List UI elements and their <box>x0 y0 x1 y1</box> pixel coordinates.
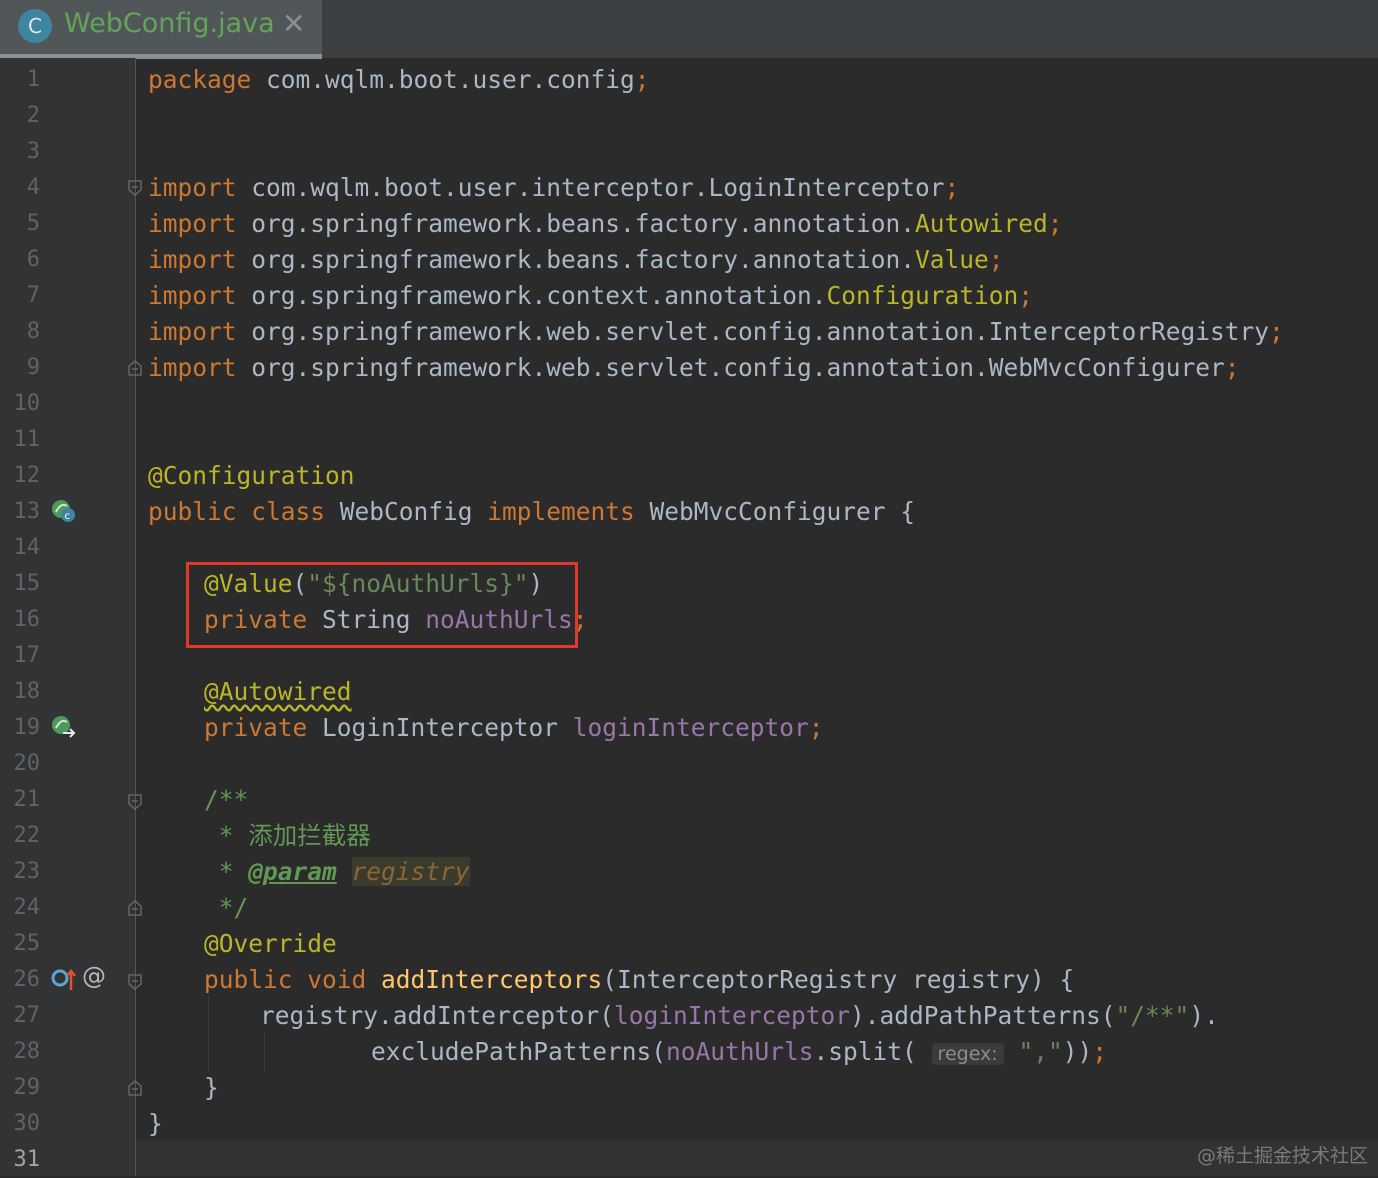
code-line-29[interactable]: } <box>204 1070 219 1106</box>
code-line-18[interactable]: @Autowired <box>204 674 352 710</box>
code-line-27[interactable]: registry.addInterceptor(loginInterceptor… <box>260 998 1219 1034</box>
line-number: 27 <box>13 1003 41 1028</box>
code-line-21[interactable]: /** <box>204 782 248 818</box>
line-number: 28 <box>13 1039 41 1064</box>
line-number: 8 <box>26 319 40 344</box>
code-line-24[interactable]: */ <box>204 890 249 926</box>
code-line-28[interactable]: excludePathPatterns(noAuthUrls.split( re… <box>371 1034 1107 1072</box>
line-number: 22 <box>13 823 41 848</box>
fold-start-icon[interactable] <box>128 180 142 196</box>
code-line-5[interactable]: import org.springframework.beans.factory… <box>148 206 1063 242</box>
line-number: 21 <box>13 787 41 812</box>
code-line-7[interactable]: import org.springframework.context.annot… <box>148 278 1033 314</box>
fold-end-icon[interactable] <box>128 1080 142 1096</box>
indent-guide <box>208 996 209 1072</box>
line-number: 19 <box>13 715 41 740</box>
line-number: 30 <box>13 1111 41 1136</box>
code-line-6[interactable]: import org.springframework.beans.factory… <box>148 242 1004 278</box>
line-number: 5 <box>26 211 40 236</box>
line-number: 11 <box>13 427 41 452</box>
line-number: 14 <box>13 535 41 560</box>
code-line-25[interactable]: @Override <box>204 926 337 962</box>
code-line-19[interactable]: private LoginInterceptor loginIntercepto… <box>204 710 824 746</box>
line-number: 12 <box>13 463 41 488</box>
line-number: 25 <box>13 931 41 956</box>
code-line-9[interactable]: import org.springframework.web.servlet.c… <box>148 350 1240 386</box>
parameter-hint: regex: <box>931 1043 1004 1065</box>
line-number: 26 <box>13 967 41 992</box>
line-number: 7 <box>26 283 40 308</box>
code-line-8[interactable]: import org.springframework.web.servlet.c… <box>148 314 1284 350</box>
code-line-26[interactable]: public void addInterceptors(InterceptorR… <box>204 962 1074 998</box>
line-number: 4 <box>26 175 40 200</box>
fold-start-icon[interactable] <box>128 974 142 990</box>
line-number: 6 <box>26 247 40 272</box>
autowired-navigate-icon[interactable] <box>50 714 78 742</box>
fold-end-icon[interactable] <box>128 900 142 916</box>
code-line-23[interactable]: * @param registry <box>204 854 470 890</box>
line-number: 17 <box>13 643 41 668</box>
java-class-icon: C <box>18 9 52 43</box>
line-number: 1 <box>26 67 40 92</box>
line-number: 23 <box>13 859 41 884</box>
line-number: 13 <box>13 499 41 524</box>
line-number: 24 <box>13 895 41 920</box>
line-number: 18 <box>13 679 41 704</box>
highlight-box <box>186 562 578 648</box>
code-line-12[interactable]: @Configuration <box>148 458 355 494</box>
line-number: 31 <box>13 1147 41 1172</box>
line-number: 15 <box>13 571 41 596</box>
tab-title[interactable]: WebConfig.java <box>64 8 275 39</box>
line-number: 16 <box>13 607 41 632</box>
code-line-1[interactable]: package com.wqlm.boot.user.config; <box>148 62 650 98</box>
svg-text:c: c <box>65 511 71 522</box>
code-line-13[interactable]: public class WebConfig implements WebMvc… <box>148 494 915 530</box>
override-method-icon[interactable] <box>50 966 78 994</box>
implements-marker-icon[interactable]: @ <box>82 962 106 990</box>
close-icon[interactable]: ✕ <box>282 7 305 40</box>
line-number: 20 <box>13 751 41 776</box>
line-number: 3 <box>26 139 40 164</box>
line-number: 2 <box>26 103 40 128</box>
editor-tab-bar: C WebConfig.java ✕ <box>0 0 1378 59</box>
code-line-30[interactable]: } <box>148 1106 163 1142</box>
line-number: 9 <box>26 355 40 380</box>
code-line-4[interactable]: import com.wqlm.boot.user.interceptor.Lo… <box>148 170 959 206</box>
line-number: 29 <box>13 1075 41 1100</box>
watermark: @稀土掘金技术社区 <box>1196 1145 1368 1167</box>
gutter-divider <box>135 58 136 1176</box>
bean-class-icon[interactable]: c <box>50 498 78 526</box>
indent-guide <box>264 1032 265 1072</box>
fold-end-icon[interactable] <box>128 360 142 376</box>
current-line-highlight <box>136 1140 1378 1176</box>
code-line-22[interactable]: * 添加拦截器 <box>204 818 371 854</box>
tab-webconfig-java[interactable]: C WebConfig.java ✕ <box>0 0 322 59</box>
line-number: 10 <box>13 391 41 416</box>
fold-start-icon[interactable] <box>128 794 142 810</box>
